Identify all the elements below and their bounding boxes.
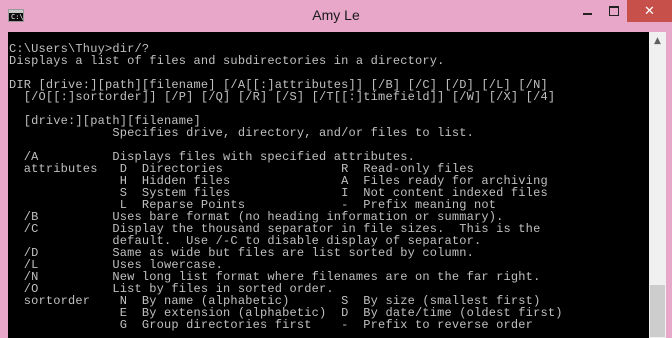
console-line: G Group directories first - Prefix to re… <box>9 318 534 332</box>
title-bar[interactable]: C:\ Amy Le ✕ <box>0 0 672 32</box>
maximize-icon <box>609 6 619 16</box>
close-button[interactable]: ✕ <box>627 0 672 22</box>
scroll-up-button[interactable]: ▲ <box>649 32 666 49</box>
console-line: Displays a list of files and subdirector… <box>9 54 445 68</box>
maximize-button[interactable] <box>601 0 627 22</box>
minimize-icon <box>582 13 592 15</box>
window-title: Amy Le <box>312 7 360 23</box>
window-border <box>666 32 672 338</box>
minimize-button[interactable] <box>573 0 601 22</box>
close-icon: ✕ <box>644 3 655 19</box>
console-output[interactable]: C:\Users\Thuy>dir/? Displays a list of f… <box>8 32 649 338</box>
console-line: [/O[[:]sortorder]] [/P] [/Q] [/R] [/S] [… <box>9 90 556 104</box>
vertical-scrollbar[interactable]: ▲ <box>649 32 666 338</box>
scroll-up-arrow-icon: ▲ <box>654 35 661 46</box>
scrollbar-thumb[interactable] <box>650 285 665 337</box>
console-line: Specifies drive, directory, and/or files… <box>9 126 475 140</box>
